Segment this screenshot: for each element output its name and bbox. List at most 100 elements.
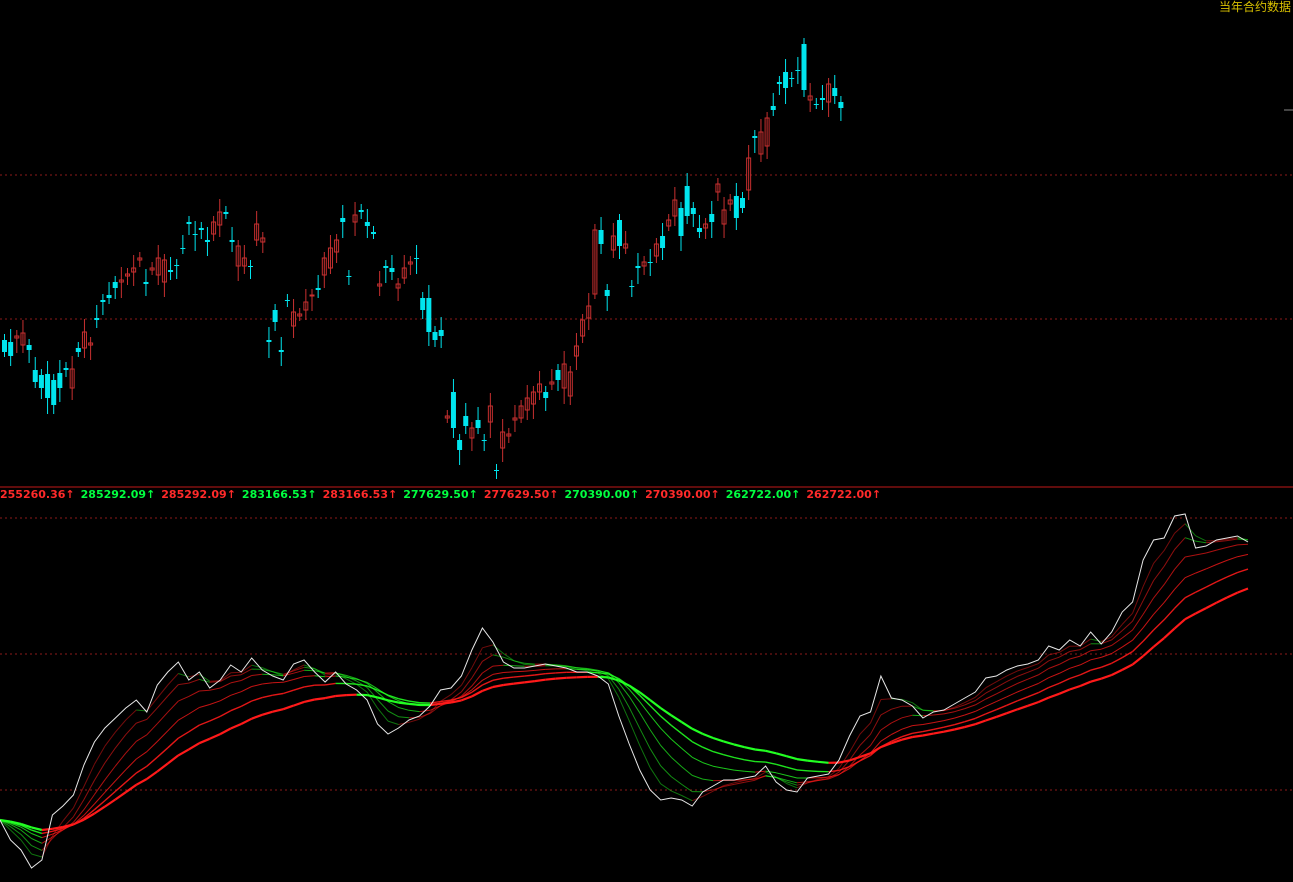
ribbon-segment (1133, 641, 1144, 651)
ribbon-segment (818, 777, 829, 778)
ribbon-segment (1017, 668, 1028, 672)
ribbon-segment (923, 710, 934, 711)
candle-body-down (248, 266, 253, 267)
ribbon-segment (220, 729, 231, 735)
ribbon-segment (986, 687, 997, 693)
candle-body-down (273, 310, 278, 322)
ribbon-segment (32, 839, 42, 844)
candle-body-down (365, 222, 370, 226)
candle-body-down (57, 373, 62, 388)
candle-body-down (599, 230, 604, 244)
candle-body-down (33, 370, 38, 382)
ribbon-segment (262, 695, 273, 697)
candle-body-down (832, 88, 837, 96)
ribbon-segment (1070, 686, 1081, 690)
ribbon-segment (1154, 620, 1165, 630)
ribbon-segment (881, 723, 892, 730)
ribbon-segment (1059, 659, 1070, 664)
ribbon-segment (1143, 630, 1154, 641)
ribbon-segment (493, 665, 504, 666)
ribbon-segment (168, 685, 179, 696)
ribbon-segment (1101, 645, 1112, 649)
legend-value: 285292.09↑ (161, 488, 236, 501)
ribbon-segment (703, 734, 713, 738)
ribbon-segment (252, 674, 263, 675)
ribbon-segment (178, 732, 189, 738)
ribbon-segment (1007, 692, 1018, 697)
ribbon-segment (178, 696, 189, 701)
legend-value: 285292.09↑ (81, 488, 156, 501)
ribbon-segment (682, 767, 693, 776)
ribbon-segment (1133, 614, 1144, 630)
ribbon-segment (514, 682, 525, 683)
ribbon-segment (986, 694, 997, 699)
ribbon-segment (1007, 684, 1018, 689)
ribbon-segment (273, 694, 284, 696)
ribbon-segment (157, 748, 168, 757)
ribbon-segment (787, 775, 797, 778)
ribbon-segment (189, 708, 200, 715)
ribbon-segment (797, 759, 808, 761)
ribbon-segment (399, 708, 410, 711)
ribbon-segment (545, 679, 556, 680)
ribbon-segment (105, 748, 116, 763)
ribbon-segment (231, 706, 242, 710)
ribbon-segment (619, 697, 629, 720)
ribbon-segment (808, 771, 819, 772)
ribbon-segment (619, 689, 629, 707)
ribbon-segment (157, 712, 168, 724)
ribbon-segment (493, 678, 504, 680)
candle-body-down (543, 392, 548, 398)
ribbon-segment (304, 676, 315, 677)
ribbon-segment (661, 728, 672, 739)
ribbon-segment (199, 705, 209, 708)
ribbon-segment (912, 736, 923, 738)
ribbon-segment (996, 713, 1007, 717)
ribbon-segment (157, 731, 168, 742)
ribbon-segment (1164, 533, 1175, 550)
ribbon-segment (503, 657, 514, 661)
ribbon-segment (1080, 660, 1091, 665)
ribbon-segment (661, 766, 672, 777)
candle-body-down (433, 332, 438, 340)
ribbon-segment (388, 721, 399, 724)
ribbon-segment (126, 773, 137, 782)
ribbon-segment (1017, 679, 1028, 683)
candle-body-down (457, 440, 462, 450)
ribbon-segment (409, 704, 420, 705)
chart-area (0, 0, 1293, 878)
ribbon-segment (1007, 701, 1018, 705)
ribbon-segment (965, 718, 976, 721)
legend-value: 270390.00↑ (564, 488, 639, 501)
ribbon-segment (986, 702, 997, 707)
ribbon-segment (944, 725, 955, 728)
ribbon-segment (1122, 630, 1132, 638)
ribbon-segment (1217, 577, 1228, 582)
ribbon-segment (797, 770, 808, 771)
ribbon-segment (1143, 614, 1154, 628)
ribbon-segment (21, 834, 32, 845)
ribbon-segment (199, 690, 209, 691)
ribbon-segment (808, 781, 819, 782)
candle-body-down (752, 136, 757, 138)
ribbon-segment (556, 678, 567, 679)
ribbon-segment (1133, 601, 1144, 621)
ribbon-segment (514, 666, 525, 667)
candle-body-down (679, 208, 684, 236)
candle-body-down (426, 298, 431, 332)
ribbon-segment (745, 747, 756, 749)
ribbon-segment (11, 827, 22, 835)
ribbon-segment (1175, 557, 1186, 569)
candle-body-down (51, 380, 56, 405)
ribbon-segment (220, 695, 231, 701)
ribbon-segment (325, 683, 336, 685)
candle-body-down (789, 78, 794, 79)
ribbon-segment (1049, 657, 1060, 661)
candle-body-down (180, 248, 185, 249)
ribbon-segment (1196, 553, 1207, 555)
ribbon-segment (787, 756, 797, 759)
ribbon-segment (94, 746, 105, 764)
ribbon-segment (115, 720, 125, 732)
ribbon-segment (1080, 670, 1091, 675)
candle-body-down (371, 232, 376, 234)
